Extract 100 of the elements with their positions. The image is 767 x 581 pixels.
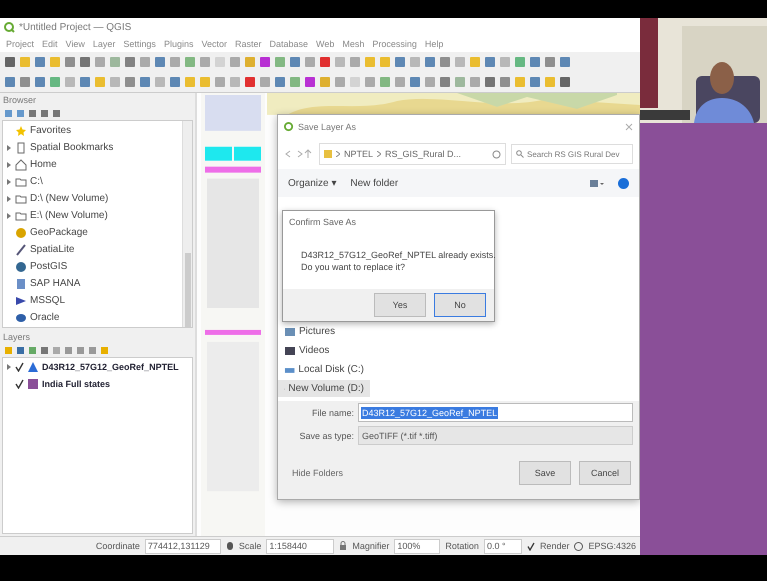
file-type-dropdown[interactable]: GeoTIFF (*.tif *.tiff) xyxy=(358,426,633,445)
toolbar-icon[interactable] xyxy=(514,56,526,68)
toolbar-icon[interactable] xyxy=(394,56,406,68)
menu-item[interactable]: Help xyxy=(424,39,444,49)
toolbar-icon[interactable] xyxy=(169,76,181,88)
toolbar-command[interactable]: Organize ▾ xyxy=(288,177,336,189)
lock-icon[interactable] xyxy=(339,541,348,551)
menu-item[interactable]: Mesh xyxy=(342,39,364,49)
browser-item[interactable]: SAP HANA xyxy=(30,278,80,289)
toolbar-icon[interactable] xyxy=(259,56,271,68)
toolbar-icon[interactable] xyxy=(424,56,436,68)
menu-item[interactable]: View xyxy=(66,39,85,49)
globe-icon[interactable] xyxy=(574,542,584,550)
crs-button[interactable]: EPSG:4326 xyxy=(588,541,636,551)
dialog-button[interactable]: No xyxy=(434,293,486,317)
toolbar-icon[interactable] xyxy=(544,56,556,68)
browser-item[interactable]: D:\ (New Volume) xyxy=(30,193,108,204)
toolbar-icon[interactable] xyxy=(124,76,136,88)
dialog-button[interactable]: Cancel xyxy=(579,461,631,485)
expand-arrow-icon[interactable] xyxy=(6,178,12,186)
expand-arrow-icon[interactable] xyxy=(6,160,12,168)
expand-arrow-icon[interactable] xyxy=(6,363,12,372)
layer-name[interactable]: India Full states xyxy=(42,379,110,390)
toolbar-icon[interactable] xyxy=(4,76,16,88)
scrollbar[interactable] xyxy=(182,121,192,327)
toolbar-icon[interactable] xyxy=(4,56,16,68)
browser-item[interactable]: C:\ xyxy=(30,176,43,187)
browser-item[interactable]: PostGIS xyxy=(30,261,68,272)
toolbar-icon[interactable] xyxy=(484,56,496,68)
toolbar-icon[interactable] xyxy=(79,56,91,68)
refresh-icon[interactable] xyxy=(492,150,501,158)
toolbar-icon[interactable] xyxy=(244,76,256,88)
menu-item[interactable]: Layer xyxy=(92,39,116,49)
toolbar-icon[interactable] xyxy=(499,76,511,88)
browser-item[interactable]: Home xyxy=(30,159,57,170)
expand-arrow-icon[interactable] xyxy=(6,144,12,152)
toolbar-icon[interactable] xyxy=(79,76,91,88)
toolbar-icon[interactable] xyxy=(289,56,301,68)
help-icon[interactable] xyxy=(618,178,629,188)
toolbar-icon[interactable] xyxy=(34,76,46,88)
toolbar-icon[interactable] xyxy=(439,56,451,68)
toolbar-icon[interactable] xyxy=(439,76,451,88)
browser-item[interactable]: Spatial Bookmarks xyxy=(30,142,114,153)
nav-item[interactable]: Pictures xyxy=(278,323,370,340)
browser-item[interactable]: GeoPackage xyxy=(30,227,88,238)
close-icon[interactable] xyxy=(625,123,633,131)
file-name-field[interactable]: D43R12_57G12_GeoRef_NPTEL xyxy=(358,403,633,422)
address-bar[interactable]: NPTEL RS_GIS_Rural D... xyxy=(319,143,506,165)
checkbox[interactable] xyxy=(526,542,535,550)
menu-item[interactable]: Vector xyxy=(201,39,227,49)
nav-item[interactable]: Local Disk (C:) xyxy=(278,361,370,378)
browser-item[interactable]: MSSQL xyxy=(30,295,66,306)
layer-name[interactable]: D43R12_57G12_GeoRef_NPTEL xyxy=(42,362,179,372)
view-options-icon[interactable] xyxy=(590,178,604,188)
toolbar-icon[interactable] xyxy=(154,56,166,68)
toolbar-icon[interactable] xyxy=(304,76,316,88)
menu-item[interactable]: Database xyxy=(270,39,308,49)
magnifier-field[interactable]: 100% xyxy=(394,538,440,554)
toolbar-icon[interactable] xyxy=(274,76,286,88)
checkbox[interactable] xyxy=(15,379,24,390)
toolbar-icon[interactable] xyxy=(529,56,541,68)
toolbar-icon[interactable] xyxy=(139,76,151,88)
menu-item[interactable]: Edit xyxy=(42,39,58,49)
toolbar-icon[interactable] xyxy=(34,56,46,68)
menu-item[interactable]: Plugins xyxy=(164,39,194,49)
toolbar-icon[interactable] xyxy=(319,56,331,68)
menu-item[interactable]: Settings xyxy=(123,39,156,49)
toolbar-icon[interactable] xyxy=(124,56,136,68)
toolbar-icon[interactable] xyxy=(19,76,31,88)
expand-arrow-icon[interactable] xyxy=(6,194,12,202)
toolbar-icon[interactable] xyxy=(409,76,421,88)
toolbar-icon[interactable] xyxy=(559,76,571,88)
menu-item[interactable]: Raster xyxy=(234,39,262,49)
toolbar-icon[interactable] xyxy=(484,76,496,88)
toolbar-command[interactable]: New folder xyxy=(350,178,398,188)
toolbar-icon[interactable] xyxy=(49,76,61,88)
path-segment[interactable]: NPTEL xyxy=(344,149,374,159)
checkbox[interactable] xyxy=(15,362,24,372)
toolbar-icon[interactable] xyxy=(529,76,541,88)
menu-item[interactable]: Web xyxy=(316,39,334,49)
dialog-button[interactable]: Save xyxy=(519,461,571,485)
dialog-button[interactable]: Yes xyxy=(374,293,426,317)
toolbar-icon[interactable] xyxy=(559,56,571,68)
navigation-arrows-icon[interactable] xyxy=(284,149,314,159)
browser-item[interactable]: Favorites xyxy=(30,125,72,136)
browser-item[interactable]: E:\ (New Volume) xyxy=(30,210,108,221)
scale-field[interactable]: 1:158440 xyxy=(266,538,334,554)
hide-folders-button[interactable]: Hide Folders xyxy=(286,467,511,479)
rotation-field[interactable]: 0.0 ° xyxy=(484,538,522,554)
browser-item[interactable]: SpatiaLite xyxy=(30,244,74,255)
coordinate-field[interactable]: 774412,131129 xyxy=(144,538,221,554)
menu-item[interactable]: Project xyxy=(6,39,34,49)
toolbar-icon[interactable] xyxy=(64,56,76,68)
path-segment[interactable]: RS_GIS_Rural D... xyxy=(385,149,462,159)
nav-item[interactable]: Videos xyxy=(278,342,370,359)
search-field[interactable]: Search RS GIS Rural Dev xyxy=(511,144,633,164)
menu-item[interactable]: Processing xyxy=(372,39,417,49)
expand-arrow-icon[interactable] xyxy=(6,212,12,220)
browser-item[interactable]: Oracle xyxy=(30,312,60,323)
mouse-icon[interactable] xyxy=(226,541,234,551)
